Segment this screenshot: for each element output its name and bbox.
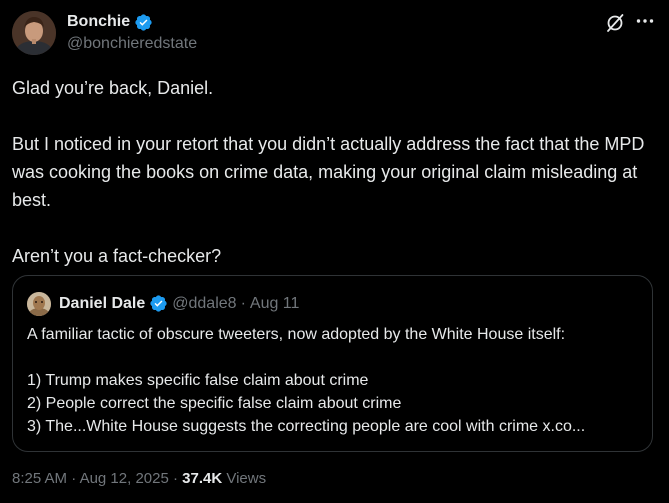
- tweet-paragraph: But I noticed in your retort that you di…: [12, 134, 645, 210]
- quoted-text: A familiar tactic of obscure tweeters, n…: [27, 323, 642, 438]
- quoted-line: A familiar tactic of obscure tweeters, n…: [27, 326, 566, 343]
- tweet-meta: 8:25 AM · Aug 12, 2025 · 37.4K Views: [12, 470, 266, 487]
- quoted-separator: ·: [240, 294, 246, 312]
- more-options-icon[interactable]: [634, 10, 656, 32]
- quoted-display-name[interactable]: Daniel Dale: [59, 295, 145, 313]
- views-count[interactable]: 37.4K: [182, 470, 222, 487]
- quoted-date[interactable]: Aug 11: [250, 295, 300, 313]
- author-display-name[interactable]: Bonchie: [67, 13, 130, 31]
- grok-icon[interactable]: [604, 12, 626, 34]
- quoted-line: 3) The...White House suggests the correc…: [27, 418, 586, 435]
- meta-separator: ·: [71, 470, 77, 487]
- meta-separator: ·: [172, 470, 178, 487]
- verified-badge-icon: [149, 294, 168, 313]
- author-handle[interactable]: @bonchieredstate: [67, 35, 197, 53]
- tweet-text: Glad you’re back, Daniel. But I noticed …: [12, 74, 652, 270]
- quoted-line: 2) People correct the specific false cla…: [27, 395, 402, 412]
- quoted-header: Daniel Dale @ddale8 · Aug 11: [59, 294, 299, 313]
- tweet-paragraph: Glad you’re back, Daniel.: [12, 78, 214, 98]
- tweet-time[interactable]: 8:25 AM: [12, 470, 67, 487]
- tweet: Bonchie @bonchieredstate Glad you’re bac…: [0, 0, 669, 503]
- author-block: Bonchie @bonchieredstate: [67, 11, 197, 53]
- tweet-date[interactable]: Aug 12, 2025: [80, 470, 169, 487]
- author-avatar[interactable]: [12, 11, 56, 55]
- verified-badge-icon: [134, 13, 153, 32]
- tweet-paragraph: Aren’t you a fact-checker?: [12, 246, 222, 266]
- views-label: Views: [226, 470, 267, 487]
- quoted-line: 1) Trump makes specific false claim abou…: [27, 372, 369, 389]
- quoted-handle[interactable]: @ddale8: [172, 295, 236, 313]
- quoted-tweet[interactable]: Daniel Dale @ddale8 · Aug 11 A familiar …: [12, 275, 653, 452]
- quoted-author-avatar[interactable]: [27, 292, 51, 316]
